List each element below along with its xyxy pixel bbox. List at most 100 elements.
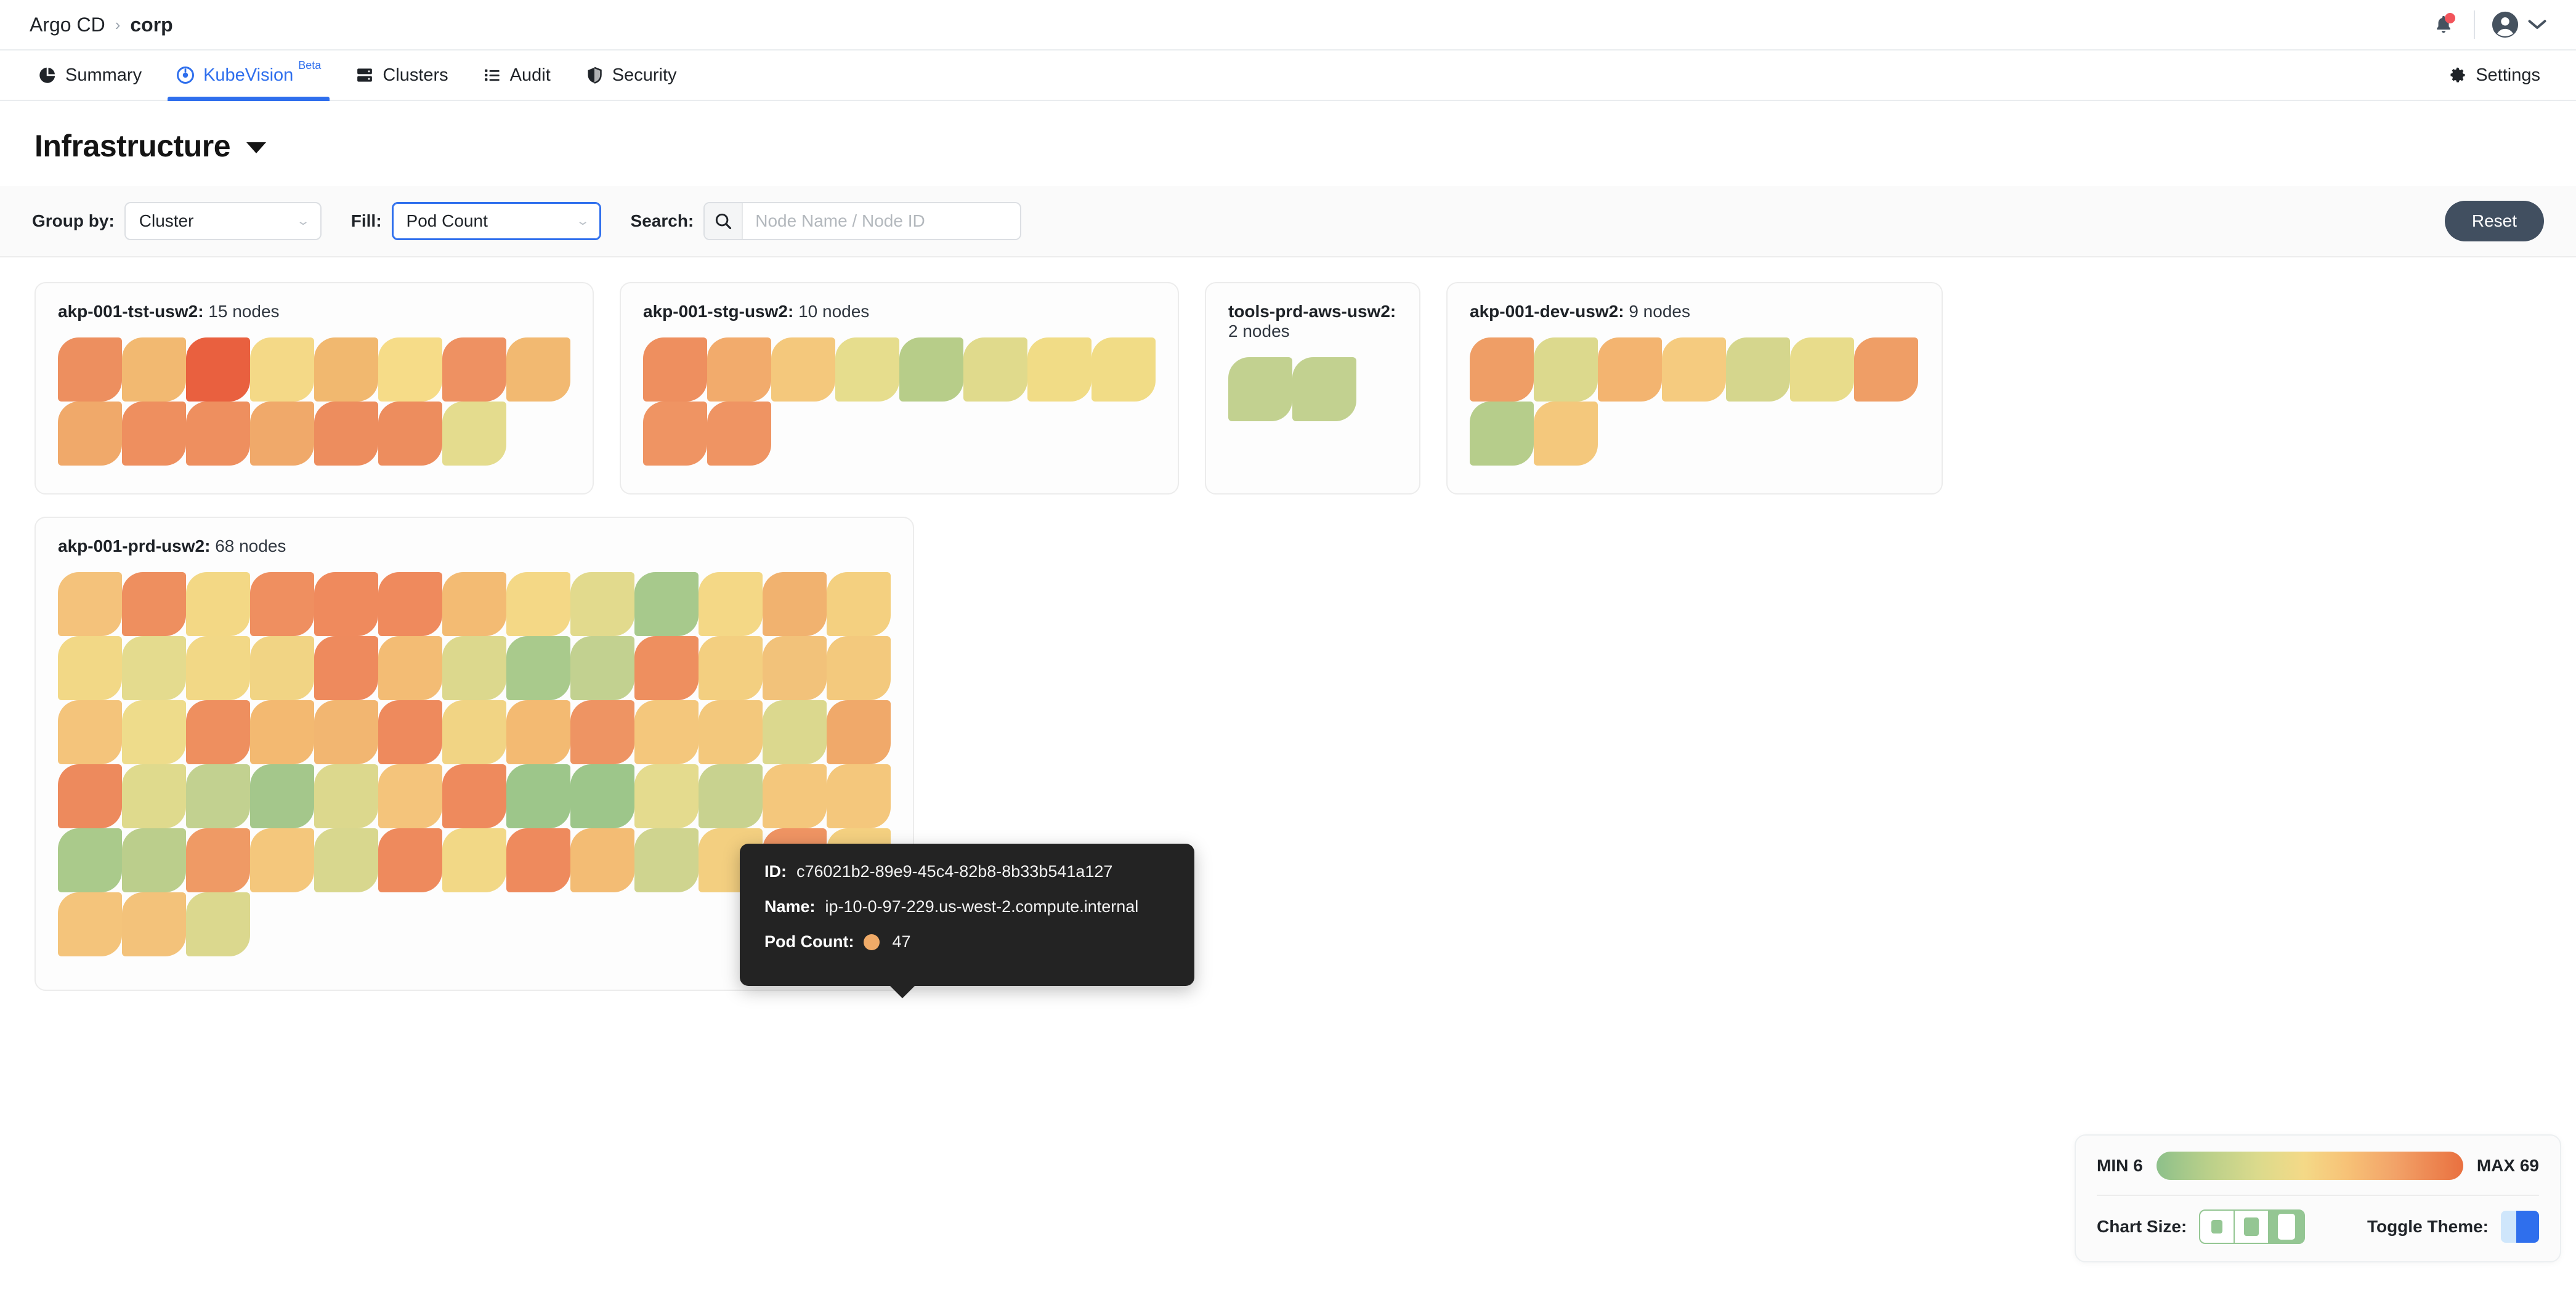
- search-box[interactable]: [703, 202, 1022, 240]
- node-cell[interactable]: [250, 700, 314, 764]
- node-cell[interactable]: [58, 828, 122, 892]
- node-cell[interactable]: [1470, 402, 1534, 466]
- cluster-card-dev[interactable]: akp-001-dev-usw2: 9 nodes: [1446, 282, 1943, 495]
- node-cell[interactable]: [643, 402, 707, 466]
- chart-size-large-button[interactable]: [2269, 1211, 2304, 1243]
- node-cell[interactable]: [763, 572, 827, 636]
- chart-size-medium-button[interactable]: [2235, 1211, 2270, 1243]
- cluster-card-tools[interactable]: tools-prd-aws-usw2: 2 nodes: [1205, 282, 1420, 495]
- node-cell[interactable]: [186, 402, 250, 466]
- node-cell[interactable]: [442, 402, 506, 466]
- cluster-card-stg[interactable]: akp-001-stg-usw2: 10 nodes: [620, 282, 1179, 495]
- node-cell[interactable]: [763, 764, 827, 828]
- node-cell[interactable]: [634, 700, 699, 764]
- node-cell[interactable]: [122, 402, 186, 466]
- node-cell[interactable]: [186, 636, 250, 700]
- node-cell[interactable]: [634, 572, 699, 636]
- node-cell[interactable]: [442, 636, 506, 700]
- tab-clusters[interactable]: Clusters: [338, 50, 465, 100]
- node-cell[interactable]: [506, 828, 570, 892]
- fill-select[interactable]: Pod Count ⌄: [391, 202, 601, 240]
- node-cell[interactable]: [186, 764, 250, 828]
- node-cell[interactable]: [763, 636, 827, 700]
- node-cell[interactable]: [570, 636, 634, 700]
- node-cell[interactable]: [58, 700, 122, 764]
- node-cell[interactable]: [122, 892, 186, 956]
- node-cell[interactable]: [314, 572, 378, 636]
- node-cell[interactable]: [314, 828, 378, 892]
- node-cell[interactable]: [378, 337, 442, 402]
- node-cell[interactable]: [378, 700, 442, 764]
- node-cell[interactable]: [186, 700, 250, 764]
- caret-down-icon[interactable]: [246, 142, 267, 153]
- node-cell[interactable]: [314, 337, 378, 402]
- node-cell[interactable]: [699, 764, 763, 828]
- group-by-select[interactable]: Cluster ⌄: [124, 202, 322, 240]
- node-cell[interactable]: [378, 764, 442, 828]
- node-cell[interactable]: [122, 337, 186, 402]
- node-cell[interactable]: [1470, 337, 1534, 402]
- node-cell[interactable]: [314, 636, 378, 700]
- node-cell[interactable]: [58, 337, 122, 402]
- node-cell[interactable]: [250, 572, 314, 636]
- node-cell[interactable]: [570, 700, 634, 764]
- node-cell[interactable]: [58, 402, 122, 466]
- tab-security[interactable]: Security: [568, 50, 694, 100]
- node-cell[interactable]: [506, 764, 570, 828]
- node-cell[interactable]: [1662, 337, 1726, 402]
- cluster-card-tst[interactable]: akp-001-tst-usw2: 15 nodes: [34, 282, 594, 495]
- node-cell[interactable]: [707, 337, 771, 402]
- node-cell[interactable]: [186, 572, 250, 636]
- node-cell[interactable]: [250, 828, 314, 892]
- node-cell[interactable]: [699, 636, 763, 700]
- node-cell[interactable]: [442, 337, 506, 402]
- node-cell[interactable]: [1790, 337, 1854, 402]
- node-cell[interactable]: [378, 572, 442, 636]
- node-cell[interactable]: [1534, 402, 1598, 466]
- node-cell[interactable]: [442, 700, 506, 764]
- notifications-button[interactable]: [2429, 10, 2458, 39]
- node-cell[interactable]: [506, 572, 570, 636]
- tab-audit[interactable]: Audit: [466, 50, 568, 100]
- node-cell[interactable]: [763, 700, 827, 764]
- node-cell[interactable]: [58, 572, 122, 636]
- node-cell[interactable]: [634, 764, 699, 828]
- node-cell[interactable]: [314, 700, 378, 764]
- node-cell[interactable]: [378, 636, 442, 700]
- node-cell[interactable]: [570, 572, 634, 636]
- reset-button[interactable]: Reset: [2444, 201, 2544, 241]
- node-cell[interactable]: [827, 572, 891, 636]
- node-cell[interactable]: [442, 828, 506, 892]
- node-cell[interactable]: [506, 337, 570, 402]
- chart-size-small-button[interactable]: [2200, 1211, 2235, 1243]
- node-cell[interactable]: [634, 828, 699, 892]
- node-cell[interactable]: [699, 572, 763, 636]
- node-cell[interactable]: [707, 402, 771, 466]
- node-cell[interactable]: [122, 636, 186, 700]
- node-cell[interactable]: [378, 402, 442, 466]
- node-cell[interactable]: [250, 764, 314, 828]
- node-cell[interactable]: [1027, 337, 1092, 402]
- tab-kubevision[interactable]: KubeVision Beta: [159, 50, 338, 101]
- node-cell[interactable]: [963, 337, 1027, 402]
- node-cell[interactable]: [827, 700, 891, 764]
- tab-summary[interactable]: Summary: [30, 50, 159, 100]
- node-cell[interactable]: [1598, 337, 1662, 402]
- node-cell[interactable]: [122, 700, 186, 764]
- search-input[interactable]: [743, 203, 1021, 239]
- node-cell[interactable]: [250, 636, 314, 700]
- node-cell[interactable]: [58, 636, 122, 700]
- node-cell[interactable]: [186, 337, 250, 402]
- node-cell[interactable]: [1726, 337, 1790, 402]
- settings-button[interactable]: Settings: [2448, 50, 2546, 100]
- node-cell[interactable]: [314, 764, 378, 828]
- node-cell[interactable]: [442, 764, 506, 828]
- node-cell[interactable]: [1854, 337, 1918, 402]
- node-cell[interactable]: [122, 572, 186, 636]
- theme-toggle-switch[interactable]: [2501, 1211, 2539, 1243]
- node-cell[interactable]: [378, 828, 442, 892]
- node-cell[interactable]: [835, 337, 899, 402]
- node-cell[interactable]: [442, 572, 506, 636]
- node-cell[interactable]: [570, 764, 634, 828]
- node-cell[interactable]: [634, 636, 699, 700]
